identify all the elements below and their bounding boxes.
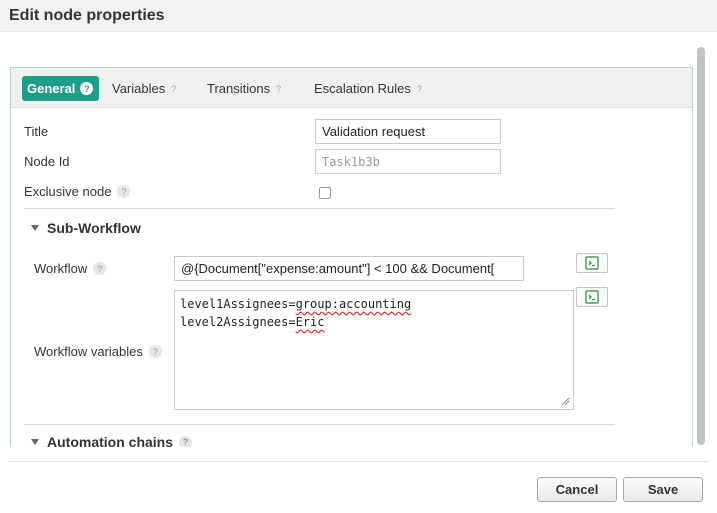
workflow-variables-label-text: Workflow variables: [34, 344, 143, 359]
help-icon[interactable]: ?: [276, 84, 281, 94]
node-id-input: Task1b3b: [315, 149, 501, 174]
save-button[interactable]: Save: [623, 477, 703, 502]
workflow-label: Workflow ?: [34, 261, 107, 276]
tab-general-label: General: [27, 81, 76, 96]
tab-escalation-rules[interactable]: Escalation Rules ?: [314, 76, 422, 101]
exclusive-node-checkbox[interactable]: [319, 187, 331, 199]
dialog-header: Edit node properties: [0, 0, 717, 32]
variables-line-1-key: level1Assignees=: [180, 297, 296, 311]
variables-line-1: level1Assignees=group:accounting: [180, 295, 568, 313]
terminal-icon: [585, 290, 599, 304]
caret-down-icon: [31, 225, 39, 231]
tab-transitions[interactable]: Transitions ?: [207, 76, 281, 101]
footer-divider: [8, 461, 709, 462]
terminal-icon: [585, 256, 599, 270]
caret-down-icon: [31, 439, 39, 445]
tab-escalation-rules-label: Escalation Rules: [314, 81, 411, 96]
workflow-label-text: Workflow: [34, 261, 88, 276]
scrollbar-track[interactable]: [697, 47, 705, 445]
variables-line-2-key: level2Assignees=: [180, 315, 296, 329]
resize-grip-icon[interactable]: [560, 396, 570, 406]
help-icon[interactable]: ?: [117, 185, 131, 198]
tab-bar: General ? Variables ? Transitions ? Esca…: [11, 68, 692, 108]
variables-line-2: level2Assignees=Eric: [180, 313, 568, 331]
title-input[interactable]: Validation request: [315, 119, 501, 144]
tab-transitions-label: Transitions: [207, 81, 271, 96]
workflow-script-editor-button[interactable]: [576, 253, 608, 273]
cancel-button[interactable]: Cancel: [537, 477, 617, 502]
help-icon[interactable]: ?: [171, 84, 176, 94]
divider: [24, 208, 615, 209]
subworkflow-section-toggle[interactable]: Sub-Workflow: [31, 220, 141, 236]
workflow-input[interactable]: @{Document["expense:amount"] < 100 && Do…: [174, 256, 524, 281]
variables-line-1-value: group:accounting: [295, 297, 412, 311]
exclusive-node-label: Exclusive node ?: [24, 184, 131, 199]
workflow-variables-textarea[interactable]: level1Assignees=group:accounting level2As…: [174, 290, 574, 410]
variables-script-editor-button[interactable]: [576, 287, 608, 307]
help-icon[interactable]: ?: [93, 262, 107, 275]
workflow-variables-label: Workflow variables ?: [34, 344, 162, 359]
variables-line-2-value: Eric: [295, 315, 325, 329]
scrollbar-thumb[interactable]: [697, 47, 705, 445]
tab-general[interactable]: General ?: [22, 76, 100, 101]
subworkflow-section-title: Sub-Workflow: [47, 220, 141, 236]
properties-panel: General ? Variables ? Transitions ? Esca…: [10, 67, 693, 467]
dialog-title: Edit node properties: [9, 7, 165, 24]
node-id-label: Node Id: [24, 154, 70, 169]
tab-variables-label: Variables: [112, 81, 166, 96]
help-icon[interactable]: ?: [80, 82, 94, 95]
divider: [24, 424, 615, 425]
help-icon[interactable]: ?: [148, 345, 162, 358]
help-icon[interactable]: ?: [417, 84, 422, 94]
tab-variables[interactable]: Variables ?: [112, 76, 176, 101]
exclusive-node-label-text: Exclusive node: [24, 184, 112, 199]
title-label: Title: [24, 124, 49, 139]
